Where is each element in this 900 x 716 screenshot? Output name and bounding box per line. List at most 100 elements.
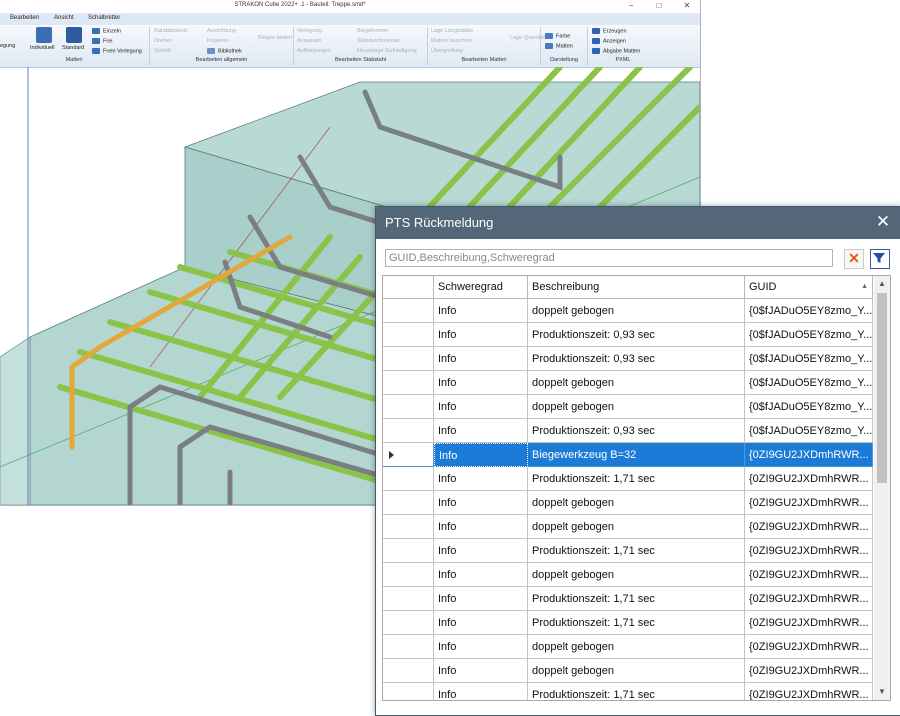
scrollbar-thumb[interactable]	[877, 293, 887, 483]
table-row[interactable]: Info Produktionszeit: 0,93 sec {0$fJADuO5E…	[383, 323, 873, 347]
cell-beschreibung[interactable]: Produktionszeit: 0,93 sec	[528, 323, 745, 347]
row-header-cell[interactable]	[383, 467, 434, 491]
cell-guid[interactable]: {0ZI9GU2JXDmhRWR...	[745, 683, 873, 700]
cell-guid[interactable]: {0ZI9GU2JXDmhRWR...	[745, 539, 873, 563]
column-header-beschreibung[interactable]: Beschreibung	[528, 276, 745, 298]
stabdurchmesser-button[interactable]: Stabdurchmesser	[357, 38, 400, 44]
row-header-cell[interactable]	[383, 587, 434, 611]
cell-schweregrad[interactable]: Info	[434, 395, 528, 419]
cell-schweregrad[interactable]: Info	[434, 635, 528, 659]
randabstand-button[interactable]: Randabstand	[154, 28, 187, 34]
lage-laengsstaebe-button[interactable]: Lage Längsstäbe	[431, 28, 473, 34]
cell-guid[interactable]: {0ZI9GU2JXDmhRWR...	[745, 491, 873, 515]
ausrichtung-button[interactable]: Ausrichtung	[207, 28, 236, 34]
table-row[interactable]: Info doppelt gebogen {0ZI9GU2JXDmhRWR...	[383, 635, 873, 659]
row-header-cell[interactable]	[383, 491, 434, 515]
table-row[interactable]: Info Biegewerkzeug B=32 {0ZI9GU2JXDmhRWR..…	[383, 443, 873, 467]
cell-schweregrad[interactable]: Info	[434, 467, 528, 491]
aufbiegungen-button[interactable]: Aufbiegungen	[297, 48, 331, 54]
close-icon[interactable]: ✕	[874, 213, 892, 231]
cell-beschreibung[interactable]: doppelt gebogen	[528, 395, 745, 419]
row-header-cell[interactable]	[383, 611, 434, 635]
row-header-cell[interactable]	[383, 323, 434, 347]
table-row[interactable]: Info Produktionszeit: 1,71 sec {0ZI9GU2JXD…	[383, 683, 873, 700]
freie-verlegung-button[interactable]: Freie Verlegung	[92, 48, 142, 54]
table-row[interactable]: Info doppelt gebogen {0ZI9GU2JXDmhRWR...	[383, 491, 873, 515]
cell-schweregrad[interactable]: Info	[434, 419, 528, 443]
table-row[interactable]: Info doppelt gebogen {0ZI9GU2JXDmhRWR...	[383, 563, 873, 587]
kopieren-button[interactable]: Kopieren	[207, 38, 229, 44]
minimize-button[interactable]: –	[618, 0, 644, 13]
row-header-cell[interactable]	[383, 347, 434, 371]
cell-schweregrad[interactable]: Info	[434, 659, 528, 683]
table-row[interactable]: Info Produktionszeit: 0,93 sec {0$fJADuO5E…	[383, 347, 873, 371]
row-header-cell[interactable]	[383, 539, 434, 563]
cell-guid[interactable]: {0$fJADuO5EY8zmo_Y...	[745, 371, 873, 395]
table-row[interactable]: Info Produktionszeit: 1,71 sec {0ZI9GU2JXD…	[383, 539, 873, 563]
clear-filter-icon[interactable]: ✕	[844, 249, 864, 269]
anzeigen-button[interactable]: Anzeigen	[592, 38, 626, 44]
cell-guid[interactable]: {0$fJADuO5EY8zmo_Y...	[745, 323, 873, 347]
cell-schweregrad[interactable]: Info	[434, 491, 528, 515]
row-header-cell[interactable]	[383, 683, 434, 700]
cell-guid[interactable]: {0ZI9GU2JXDmhRWR...	[745, 515, 873, 539]
verlegung-button[interactable]: Verlegung	[297, 28, 322, 34]
cell-beschreibung[interactable]: Produktionszeit: 1,71 sec	[528, 539, 745, 563]
table-row[interactable]: Info Produktionszeit: 1,71 sec {0ZI9GU2JXD…	[383, 467, 873, 491]
cell-guid[interactable]: {0$fJADuO5EY8zmo_Y...	[745, 299, 873, 323]
lage-querstaebe-button[interactable]: Lage Querstäbe	[510, 35, 549, 41]
cell-guid[interactable]: {0ZI9GU2JXDmhRWR...	[745, 587, 873, 611]
cell-beschreibung[interactable]: Produktionszeit: 1,71 sec	[528, 467, 745, 491]
cell-beschreibung[interactable]: doppelt gebogen	[528, 563, 745, 587]
filter-input[interactable]	[385, 249, 833, 267]
table-row[interactable]: Info doppelt gebogen {0$fJADuO5EY8zmo_Y...	[383, 395, 873, 419]
scroll-up-icon[interactable]: ▲	[874, 276, 890, 292]
neuanlage-button[interactable]: Neuanlage Gefriedigung	[357, 48, 417, 54]
cell-beschreibung[interactable]: doppelt gebogen	[528, 635, 745, 659]
cell-schweregrad[interactable]: Info	[434, 347, 528, 371]
cell-guid[interactable]: {0ZI9GU2JXDmhRWR...	[745, 611, 873, 635]
cell-beschreibung[interactable]: doppelt gebogen	[528, 515, 745, 539]
row-header-cell[interactable]	[383, 371, 434, 395]
column-header-indicator[interactable]	[383, 276, 434, 298]
row-header-cell[interactable]	[383, 635, 434, 659]
cell-guid[interactable]: {0ZI9GU2JXDmhRWR...	[745, 563, 873, 587]
cell-beschreibung[interactable]: Biegewerkzeug B=32	[528, 443, 745, 467]
tab-schalbretter[interactable]: Schalbretter	[88, 15, 120, 21]
cell-beschreibung[interactable]: doppelt gebogen	[528, 371, 745, 395]
individuell-button[interactable]: Individuell	[30, 45, 54, 51]
frei-button[interactable]: Frei	[92, 38, 112, 44]
table-row[interactable]: Info doppelt gebogen {0$fJADuO5EY8zmo_Y...	[383, 299, 873, 323]
tab-ansicht[interactable]: Ansicht	[54, 15, 74, 21]
cell-beschreibung[interactable]: doppelt gebogen	[528, 299, 745, 323]
cell-schweregrad[interactable]: Info	[434, 515, 528, 539]
column-header-guid[interactable]: GUID ▲	[745, 276, 873, 298]
cell-schweregrad[interactable]: Info	[434, 299, 528, 323]
bibliothek-button[interactable]: Bibliothek	[207, 48, 242, 54]
anpassen-button[interactable]: Anpassen	[297, 38, 321, 44]
cell-guid[interactable]: {0$fJADuO5EY8zmo_Y...	[745, 419, 873, 443]
table-row[interactable]: Info doppelt gebogen {0$fJADuO5EY8zmo_Y...	[383, 371, 873, 395]
cell-schweregrad[interactable]: Info	[434, 323, 528, 347]
funnel-icon[interactable]	[870, 249, 890, 269]
uebergreifung-button[interactable]: Übergreifung	[431, 48, 463, 54]
einzeln-button[interactable]: Einzeln	[92, 28, 121, 34]
cell-guid[interactable]: {0ZI9GU2JXDmhRWR...	[745, 659, 873, 683]
maximize-button[interactable]: □	[646, 0, 672, 13]
cell-schweregrad[interactable]: Info	[434, 587, 528, 611]
cell-beschreibung[interactable]: Produktionszeit: 1,71 sec	[528, 611, 745, 635]
row-header-cell[interactable]	[383, 395, 434, 419]
cell-guid[interactable]: {0$fJADuO5EY8zmo_Y...	[745, 395, 873, 419]
matten-display-button[interactable]: Matten	[545, 43, 573, 49]
cell-guid[interactable]: {0ZI9GU2JXDmhRWR...	[745, 635, 873, 659]
tab-bearbeiten[interactable]: Bearbeiten	[10, 15, 39, 21]
column-header-schweregrad[interactable]: Schweregrad	[434, 276, 528, 298]
row-header-cell[interactable]	[383, 419, 434, 443]
cell-guid[interactable]: {0$fJADuO5EY8zmo_Y...	[745, 347, 873, 371]
erzeugen-button[interactable]: Erzeugen	[592, 28, 627, 34]
standard-button[interactable]: Standard	[62, 45, 84, 51]
table-row[interactable]: Info doppelt gebogen {0ZI9GU2JXDmhRWR...	[383, 515, 873, 539]
cell-guid[interactable]: {0ZI9GU2JXDmhRWR...	[745, 467, 873, 491]
close-app-button[interactable]: ✕	[674, 0, 700, 13]
cell-schweregrad[interactable]: Info	[434, 371, 528, 395]
